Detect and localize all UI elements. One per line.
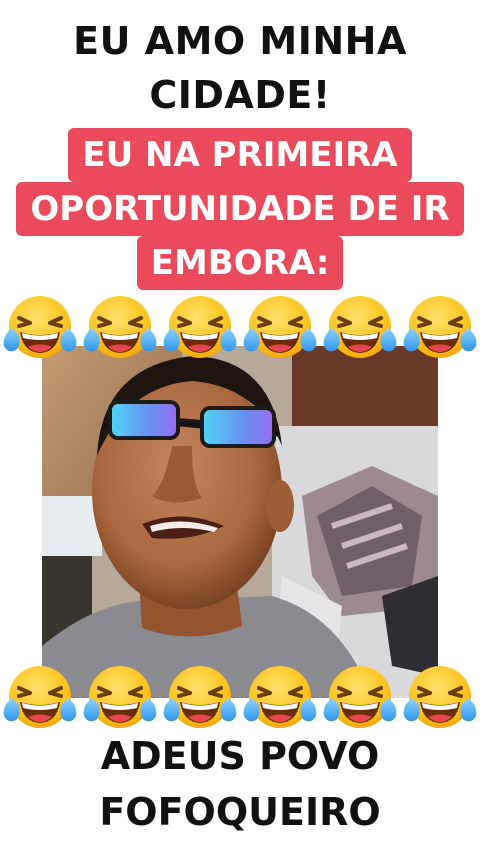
man-with-blue-tinted-glasses-photo	[42, 346, 438, 698]
highlight-caption-line-1: EU NA PRIMEIRA	[68, 128, 412, 182]
face-with-tears-of-joy-icon	[322, 294, 398, 360]
top-caption: EU AMO MINHA CIDADE!	[0, 14, 480, 122]
face-with-tears-of-joy-icon	[2, 294, 78, 360]
bottom-caption-line-2: FOFOQUEIRO	[99, 790, 381, 834]
face-with-tears-of-joy-icon	[402, 664, 478, 730]
emoji-row-top	[0, 290, 480, 364]
top-caption-line-2: CIDADE!	[149, 73, 331, 117]
face-with-tears-of-joy-icon	[2, 664, 78, 730]
top-caption-line-1: EU AMO MINHA	[73, 19, 407, 63]
face-with-tears-of-joy-icon	[402, 294, 478, 360]
highlight-caption-line-2: OPORTUNIDADE DE IR	[16, 182, 464, 236]
face-with-tears-of-joy-icon	[242, 294, 318, 360]
face-with-tears-of-joy-icon	[242, 664, 318, 730]
face-with-tears-of-joy-icon	[82, 664, 158, 730]
highlight-caption-line-3: EMBORA:	[136, 236, 344, 290]
face-with-tears-of-joy-icon	[162, 664, 238, 730]
emoji-row-bottom	[0, 660, 480, 734]
highlight-caption: EU NA PRIMEIRA OPORTUNIDADE DE IR EMBORA…	[0, 128, 480, 290]
face-with-tears-of-joy-icon	[82, 294, 158, 360]
bottom-caption-line-1: ADEUS POVO	[100, 734, 380, 778]
face-with-tears-of-joy-icon	[162, 294, 238, 360]
face-with-tears-of-joy-icon	[322, 664, 398, 730]
video-frame	[42, 346, 438, 698]
bottom-caption: ADEUS POVO FOFOQUEIRO	[0, 728, 480, 840]
